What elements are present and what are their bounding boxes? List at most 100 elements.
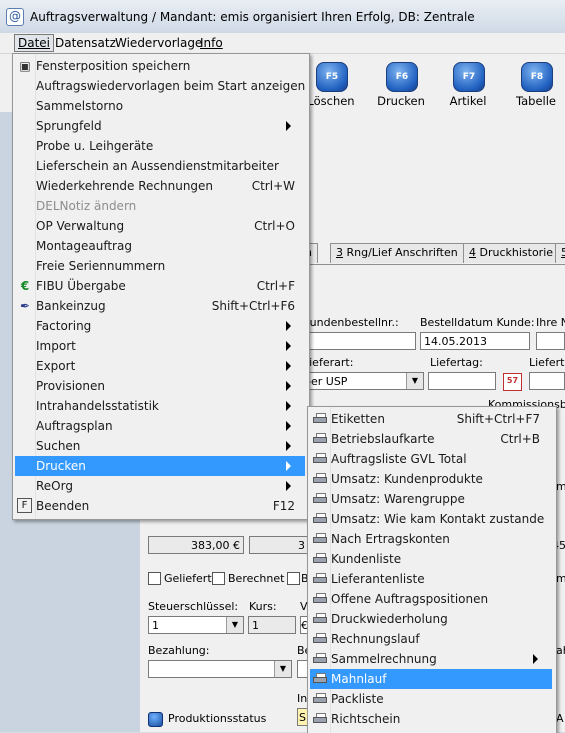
menu-item-factoring[interactable]: Factoring (15, 316, 305, 336)
submenu-arrow-icon (286, 381, 291, 391)
chevron-down-icon[interactable]: ▼ (406, 373, 423, 389)
menu-wiedervorlage[interactable]: Wiedervorlage (112, 35, 205, 51)
menu-item-label: Freie Seriennummern (36, 259, 166, 273)
menu-item-suchen[interactable]: Suchen (15, 436, 305, 456)
bezahlung-combo[interactable]: ▼ (148, 660, 292, 678)
menu-item-betriebslaufkarte[interactable]: Betriebslaufkarte Ctrl+B (310, 429, 552, 449)
calendar-icon[interactable]: 57 (503, 373, 522, 391)
menu-item-auftragsliste-gvl-total[interactable]: Auftragsliste GVL Total (310, 449, 552, 469)
menu-datensatz[interactable]: Datensatz (52, 35, 119, 51)
printer-icon (313, 513, 327, 523)
menu-item-label: ReOrg (36, 479, 73, 493)
menu-item-shortcut: Ctrl+W (251, 179, 295, 193)
menu-item-shortcut: F12 (272, 499, 295, 513)
menu-item-intrahandelsstatistik[interactable]: Intrahandelsstatistik (15, 396, 305, 416)
menu-item-wiederkehrende-rechnungen[interactable]: Wiederkehrende Rechnungen Ctrl+W (15, 176, 305, 196)
menu-info[interactable]: Info (197, 35, 226, 51)
drucken-submenu: Etiketten Shift+Ctrl+F7 Betriebslaufkarte C… (307, 406, 557, 733)
menu-item-shortcut: Shift+Ctrl+F6 (211, 299, 295, 313)
menu-item-fensterposition-speichern[interactable]: ▣ Fensterposition speichern (15, 56, 305, 76)
b-checkbox[interactable] (287, 572, 300, 585)
menu-item-label: Offene Auftragspositionen (331, 592, 489, 606)
chevron-down-icon[interactable]: ▼ (226, 617, 243, 633)
menu-datei[interactable]: Datei (14, 34, 55, 52)
menu-item-rechnungslauf[interactable]: Rechnungslauf (310, 629, 552, 649)
liefertag-label: Liefertag: (430, 356, 483, 369)
tab-bar: n 3 Rng/Lief Anschriften 4 Druckhistorie… (300, 240, 565, 265)
menu-item-bankeinzug[interactable]: ✒ Bankeinzug Shift+Ctrl+F6 (15, 296, 305, 316)
steuer-label: Steuerschlüssel: (148, 600, 239, 613)
menu-item-export[interactable]: Export (15, 356, 305, 376)
menu-item-label: Suchen (36, 439, 81, 453)
bestelldatum-field[interactable]: 14.05.2013 (420, 332, 530, 350)
submenu-arrow-icon (286, 421, 291, 431)
menu-item-offene-auftragspositionen[interactable]: Offene Auftragspositionen (310, 589, 552, 609)
menu-item-packliste[interactable]: Packliste (310, 689, 552, 709)
print-button[interactable]: F6 (386, 62, 418, 92)
tab-druckhistorie[interactable]: 4 Druckhistorie (463, 243, 560, 263)
menu-item-probe-u-leihgeraete[interactable]: Probe u. Leihgeräte (15, 136, 305, 156)
menu-item-label: Lieferantenliste (331, 572, 425, 586)
article-button[interactable]: F7 (453, 62, 485, 92)
menu-item-nach-ertragskonten[interactable]: Nach Ertragskonten (310, 529, 552, 549)
menu-item-provisionen[interactable]: Provisionen (15, 376, 305, 396)
menu-item-label: Probe u. Leihgeräte (36, 139, 154, 153)
menu-item-lieferschein-an-aussendienstmitarbeiter[interactable]: Lieferschein an Aussendienstmitarbeiter (15, 156, 305, 176)
tab-5[interactable]: 5 (555, 243, 565, 263)
produktionsstatus-label: Produktionsstatus (168, 712, 267, 725)
menu-item-beenden[interactable]: F Beenden F12 (15, 496, 305, 516)
menu-item-label: Factoring (36, 319, 92, 333)
menu-item-reorg[interactable]: ReOrg (15, 476, 305, 496)
app-icon[interactable]: @ (6, 8, 24, 26)
bestelldatum-label: Bestelldatum Kunde: (420, 316, 535, 329)
menu-item-auftragsplan[interactable]: Auftragsplan (15, 416, 305, 436)
printer-icon (313, 653, 327, 663)
menu-item-druckwiederholung[interactable]: Druckwiederholung (310, 609, 552, 629)
menu-item-label: Auftragsliste GVL Total (331, 452, 467, 466)
menu-item-auftragswiedervorlagen-beim-start-anzeigen[interactable]: Auftragswiedervorlagen beim Start anzeig… (15, 76, 305, 96)
produktionsstatus-button[interactable] (148, 712, 163, 727)
kurs-label: Kurs: (249, 600, 277, 613)
table-label: Tabelle (515, 94, 556, 108)
lieferart-combo[interactable]: per USP ▼ (300, 372, 424, 390)
submenu-arrow-icon (286, 441, 291, 451)
menu-item-sammelstorno[interactable]: Sammelstorno (15, 96, 305, 116)
tab-rng-lief-anschriften[interactable]: 3 Rng/Lief Anschriften (330, 243, 464, 263)
chevron-down-icon[interactable]: ▼ (274, 661, 291, 677)
menu-item-label: Drucken (36, 459, 86, 473)
submenu-arrow-icon (286, 121, 291, 131)
menu-item-umsatz-kundenprodukte[interactable]: Umsatz: Kundenprodukte (310, 469, 552, 489)
kundenbestellnr-field[interactable] (300, 332, 416, 350)
menu-item-label: Nach Ertragskonten (331, 532, 450, 546)
menu-item-label: Lieferschein an Aussendienstmitarbeiter (36, 159, 279, 173)
geliefert-checkbox[interactable] (148, 572, 161, 585)
menu-item-sprungfeld[interactable]: Sprungfeld (15, 116, 305, 136)
menu-item-mahnlauf[interactable]: Mahnlauf (310, 669, 552, 689)
menu-item-richtschein[interactable]: Richtschein (310, 709, 552, 729)
menu-item-fibu-uebergabe[interactable]: € FIBU Übergabe Ctrl+F (15, 276, 305, 296)
delete-label: Löschen (307, 94, 355, 108)
menu-item-etiketten[interactable]: Etiketten Shift+Ctrl+F7 (310, 409, 552, 429)
menu-item-label: Intrahandelsstatistik (36, 399, 159, 413)
menu-item-label: Druckwiederholung (331, 612, 448, 626)
menu-item-kundenliste[interactable]: Kundenliste (310, 549, 552, 569)
menu-item-import[interactable]: Import (15, 336, 305, 356)
menu-item-sammelrechnung[interactable]: Sammelrechnung (310, 649, 552, 669)
menu-item-freie-seriennummern[interactable]: Freie Seriennummern (15, 256, 305, 276)
menu-item-label: Fensterposition speichern (36, 59, 191, 73)
menu-item-op-verwaltung[interactable]: OP Verwaltung Ctrl+O (15, 216, 305, 236)
menu-item-drucken[interactable]: Drucken (15, 456, 305, 476)
berechnet-checkbox[interactable] (212, 572, 225, 585)
menu-item-lieferantenliste[interactable]: Lieferantenliste (310, 569, 552, 589)
table-button[interactable]: F8 (521, 62, 553, 92)
ihre-field[interactable] (536, 332, 565, 350)
liefertag-field[interactable] (428, 372, 496, 390)
menu-item-shortcut: Shift+Ctrl+F7 (456, 412, 540, 426)
menu-item-umsatz-wie-kam-kontakt-zustande[interactable]: Umsatz: Wie kam Kontakt zustande (310, 509, 552, 529)
menu-item-montageauftrag[interactable]: Montageauftrag (15, 236, 305, 256)
delete-button[interactable]: F5 (316, 62, 348, 92)
menu-item-umsatz-warengruppe[interactable]: Umsatz: Warengruppe (310, 489, 552, 509)
a-label: A (556, 712, 564, 725)
steuer-combo[interactable]: 1 ▼ (148, 616, 244, 634)
lieferten-field[interactable] (529, 372, 565, 390)
